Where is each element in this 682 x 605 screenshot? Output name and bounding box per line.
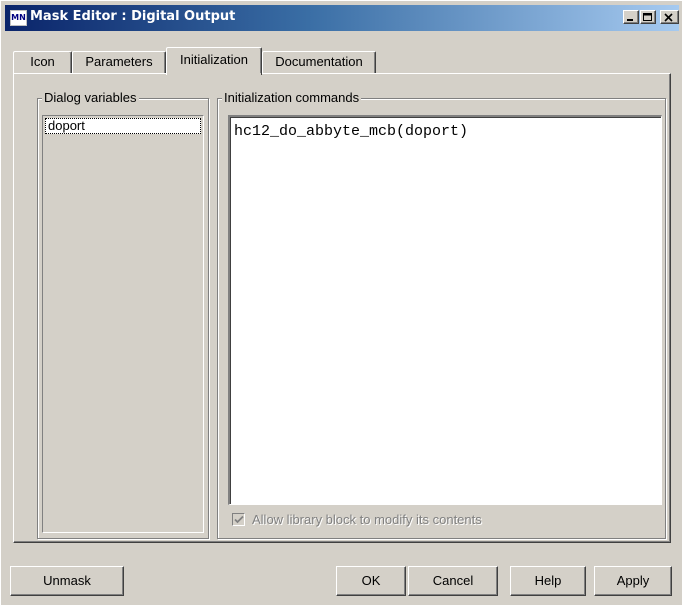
active-tab-gap (167, 73, 261, 75)
tab-documentation[interactable]: Documentation (262, 51, 376, 73)
close-icon (664, 13, 673, 22)
dialog-variables-legend: Dialog variables (42, 90, 139, 106)
app-icon-text: MN (11, 13, 26, 22)
title-bar[interactable]: MN Mask Editor : Digital Output (5, 5, 679, 31)
ok-button[interactable]: OK (336, 566, 406, 596)
dialog-variables-group: Dialog variables doport (37, 90, 209, 539)
cancel-button[interactable]: Cancel (408, 566, 498, 596)
apply-button[interactable]: Apply (594, 566, 672, 596)
list-item[interactable]: doport (45, 118, 201, 134)
initialization-commands-input[interactable]: hc12_do_abbyte_mcb(doport) (228, 115, 662, 505)
minimize-icon (627, 19, 633, 21)
tab-parameters[interactable]: Parameters (72, 51, 166, 73)
tab-icon[interactable]: Icon (13, 51, 72, 73)
simulink-mask-icon[interactable]: MN (10, 10, 27, 26)
close-button[interactable] (660, 10, 679, 24)
minimize-button[interactable] (623, 10, 639, 24)
unmask-button[interactable]: Unmask (10, 566, 124, 596)
initialization-commands-group: Initialization commands hc12_do_abbyte_m… (217, 90, 666, 539)
allow-modify-label: Allow library block to modify its conten… (252, 512, 482, 527)
mask-editor-window: MN Mask Editor : Digital Output Icon Par… (0, 0, 682, 605)
allow-modify-checkbox[interactable] (232, 513, 245, 526)
tab-initialization[interactable]: Initialization (166, 47, 262, 75)
window-title: Mask Editor : Digital Output (30, 9, 236, 24)
help-button[interactable]: Help (510, 566, 586, 596)
checkmark-icon (234, 515, 244, 524)
dialog-variables-list[interactable]: doport (42, 115, 204, 533)
maximize-icon (643, 13, 652, 21)
initialization-commands-legend: Initialization commands (222, 90, 362, 106)
maximize-button[interactable] (640, 10, 656, 24)
